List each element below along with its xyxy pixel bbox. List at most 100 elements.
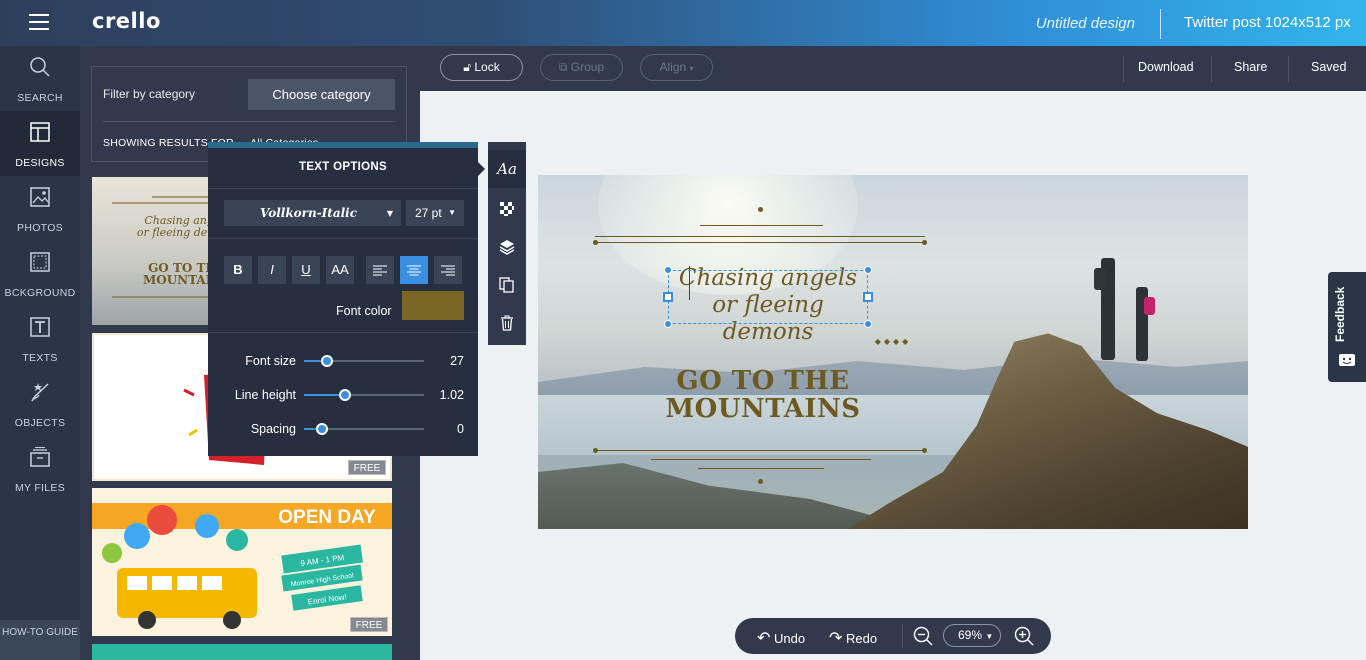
align-left-icon bbox=[373, 265, 387, 276]
files-icon bbox=[30, 446, 50, 467]
text-options-panel: TEXT OPTIONS Vollkorn-Italic ▼ 27 pt ▼ B… bbox=[208, 142, 478, 456]
divider bbox=[208, 238, 478, 239]
share-button[interactable]: Share bbox=[1234, 60, 1267, 74]
slider-knob[interactable] bbox=[316, 423, 328, 435]
resize-handle[interactable] bbox=[863, 292, 873, 302]
backpack bbox=[1094, 268, 1106, 290]
line-height-slider[interactable] bbox=[304, 389, 424, 401]
how-to-guide-button[interactable]: HOW-TO GUIDE bbox=[0, 620, 80, 660]
lock-icon: 🔓︎ bbox=[463, 60, 472, 74]
resize-handle[interactable] bbox=[864, 266, 872, 274]
caret-down-icon: ▼ bbox=[448, 208, 456, 217]
rail-item-search[interactable]: SEARCH bbox=[0, 46, 80, 111]
template-title: OPEN DAY bbox=[278, 507, 376, 528]
design-name[interactable]: Untitled design bbox=[1036, 15, 1135, 32]
transparency-button[interactable] bbox=[488, 190, 526, 228]
rail-label: OBJECTS bbox=[14, 417, 66, 429]
align-center-button[interactable] bbox=[400, 256, 428, 284]
saved-status: Saved bbox=[1311, 60, 1347, 74]
design-canvas[interactable]: Chasing angels or fleeing demons ◆◆◆◆ GO… bbox=[538, 175, 1248, 529]
delete-button[interactable] bbox=[488, 304, 526, 342]
slider-value: 27 bbox=[450, 354, 464, 368]
align-right-button[interactable] bbox=[434, 256, 462, 284]
ornament-line bbox=[700, 225, 823, 226]
free-badge: FREE bbox=[350, 617, 388, 632]
uppercase-button[interactable]: AA bbox=[326, 256, 354, 284]
ornament-line bbox=[651, 459, 871, 460]
align-center-icon bbox=[407, 265, 421, 276]
toolbar-divider bbox=[1288, 56, 1289, 82]
lock-label: Lock bbox=[474, 60, 500, 74]
selection-box bbox=[668, 270, 868, 324]
rail-item-texts[interactable]: TEXTS bbox=[0, 306, 80, 371]
rail-item-photos[interactable]: PHOTOS bbox=[0, 176, 80, 241]
spacing-slider[interactable] bbox=[304, 423, 424, 435]
text-icon bbox=[30, 317, 50, 337]
logo[interactable]: crello bbox=[92, 9, 161, 33]
group-label: Group bbox=[570, 60, 605, 74]
feedback-label: Feedback bbox=[1333, 286, 1347, 342]
chevron-down-icon: ▾ bbox=[689, 64, 694, 73]
rail-label: PHOTOS bbox=[17, 222, 63, 234]
rail-item-objects[interactable]: OBJECTS bbox=[0, 371, 80, 436]
headline-text[interactable]: GO TO THE MOUNTAINS bbox=[618, 367, 908, 423]
bold-button[interactable]: B bbox=[224, 256, 252, 284]
divider bbox=[103, 121, 396, 122]
underline-button[interactable]: U bbox=[292, 256, 320, 284]
slider-knob[interactable] bbox=[320, 355, 333, 367]
font-family-select[interactable]: Vollkorn-Italic ▼ bbox=[224, 200, 401, 226]
text-options-button[interactable]: Aa bbox=[488, 150, 526, 188]
zoom-select[interactable]: 69% ▼ bbox=[943, 624, 1001, 647]
photo-icon bbox=[30, 187, 50, 207]
resize-handle[interactable] bbox=[664, 320, 672, 328]
slider-knob[interactable] bbox=[338, 389, 351, 401]
redo-icon: ↷ bbox=[829, 630, 843, 647]
divider bbox=[208, 332, 478, 333]
align-button[interactable]: Align ▾ bbox=[640, 54, 713, 81]
zoom-out-icon[interactable] bbox=[913, 626, 933, 646]
design-size[interactable]: Twitter post 1024x512 px bbox=[1184, 14, 1351, 31]
filter-label: Filter by category bbox=[103, 87, 196, 101]
rail-item-designs[interactable]: DESIGNS bbox=[0, 111, 80, 176]
menu-icon[interactable] bbox=[29, 14, 49, 31]
font-size-slider[interactable] bbox=[304, 355, 424, 367]
font-color-swatch[interactable] bbox=[402, 291, 464, 320]
lock-button[interactable]: 🔓︎ Lock bbox=[440, 54, 523, 81]
ornament-dot bbox=[922, 448, 927, 453]
resize-handle[interactable] bbox=[663, 292, 673, 302]
feedback-tab[interactable]: Feedback bbox=[1328, 272, 1366, 382]
font-size-value: 27 pt bbox=[415, 206, 442, 220]
layers-button[interactable] bbox=[488, 228, 526, 266]
template-card-partial[interactable] bbox=[92, 644, 392, 660]
header-divider bbox=[1160, 9, 1161, 39]
align-left-button[interactable] bbox=[366, 256, 394, 284]
resize-handle[interactable] bbox=[664, 266, 672, 274]
rail-item-my-files[interactable]: MY FILES bbox=[0, 436, 80, 501]
template-preview: OPEN DAY 9 AM - 1 PM Monroe High School … bbox=[92, 503, 392, 629]
zoom-in-icon[interactable] bbox=[1014, 626, 1034, 646]
download-button[interactable]: Download bbox=[1138, 60, 1194, 74]
italic-button[interactable]: I bbox=[258, 256, 286, 284]
choose-category-button[interactable]: Choose category bbox=[248, 79, 395, 110]
font-size-select[interactable]: 27 pt ▼ bbox=[406, 200, 464, 226]
redo-button[interactable]: ↷ Redo bbox=[829, 628, 877, 648]
rail-item-background[interactable]: BCKGROUND bbox=[0, 241, 80, 306]
rail-label: MY FILES bbox=[14, 482, 66, 494]
caret-down-icon: ▼ bbox=[386, 208, 393, 218]
bottom-bar: ↶ Undo ↷ Redo 69% ▼ bbox=[735, 618, 1051, 654]
ornament-line bbox=[595, 242, 925, 243]
headline-line: GO TO THE bbox=[676, 366, 850, 396]
duplicate-button[interactable] bbox=[488, 266, 526, 304]
template-card-open-day[interactable]: OPEN DAY 9 AM - 1 PM Monroe High School … bbox=[92, 488, 392, 636]
undo-label: Undo bbox=[774, 631, 806, 646]
slider-label: Line height bbox=[234, 388, 296, 402]
resize-handle[interactable] bbox=[864, 320, 872, 328]
font-family-value: Vollkorn-Italic bbox=[260, 206, 358, 220]
toolbar-divider bbox=[1123, 56, 1124, 82]
spacing-slider-row: Spacing 0 bbox=[208, 419, 478, 439]
undo-button[interactable]: ↶ Undo bbox=[757, 628, 805, 648]
designs-icon bbox=[30, 122, 50, 142]
feedback-icon bbox=[1339, 354, 1355, 366]
element-toolbar: Aa bbox=[488, 142, 526, 345]
group-button[interactable]: ⧉ Group bbox=[540, 54, 623, 81]
